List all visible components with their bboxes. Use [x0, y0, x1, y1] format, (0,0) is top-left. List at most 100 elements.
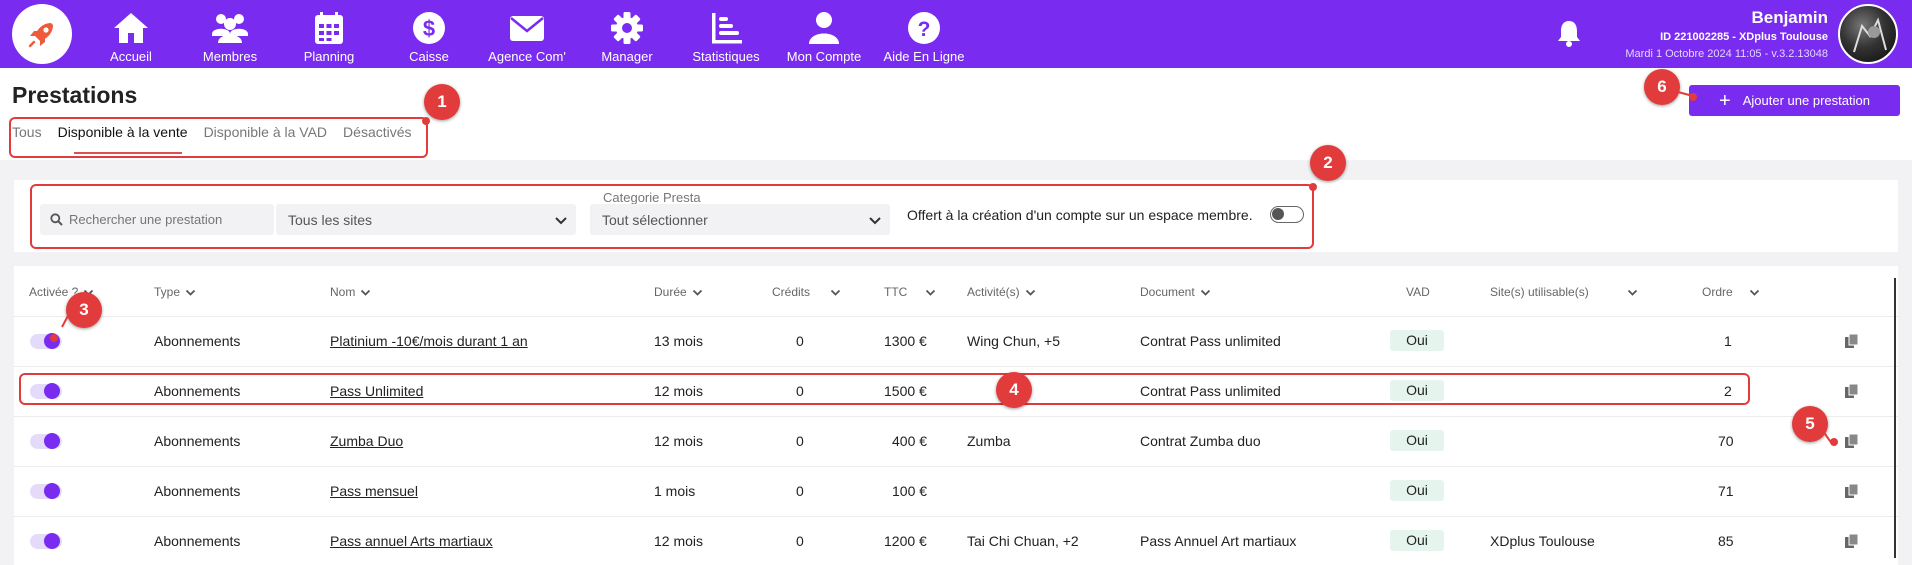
table-row: Abonnements Pass Unlimited 12 mois 0 150… — [14, 366, 1898, 416]
col-header-order[interactable]: Ordre — [1702, 285, 1760, 299]
chevron-down-icon — [185, 289, 196, 296]
col-header-ttc[interactable]: TTC — [884, 285, 936, 299]
annotation-marker-5: 5 — [1792, 406, 1828, 442]
cell-document: Contrat Pass unlimited — [1140, 333, 1281, 349]
mail-icon — [510, 16, 544, 41]
col-header-credits[interactable]: Crédits — [772, 285, 841, 299]
cell-order: 70 — [1718, 433, 1734, 449]
nav-label: Membres — [202, 49, 258, 64]
table-row: Abonnements Zumba Duo 12 mois 0 400 € Zu… — [14, 416, 1898, 466]
top-navigation-bar: Accueil Membres Planning $ Caisse Agence… — [0, 0, 1912, 68]
vad-badge: Oui — [1390, 530, 1444, 551]
nav-item-accueil[interactable]: Accueil — [101, 6, 161, 64]
home-icon — [114, 13, 148, 43]
chevron-down-icon — [1200, 289, 1210, 296]
cell-duration: 13 mois — [654, 333, 704, 349]
table-row: Abonnements Pass annuel Arts martiaux 12… — [14, 516, 1898, 565]
scrollbar[interactable] — [1894, 278, 1896, 558]
offert-toggle[interactable] — [1270, 206, 1304, 223]
avatar[interactable] — [1838, 4, 1898, 64]
cell-activities: Zumba — [967, 433, 1011, 449]
user-icon — [809, 12, 839, 44]
cell-credits: 0 — [796, 333, 804, 349]
col-header-document[interactable]: Document — [1140, 285, 1211, 299]
active-toggle[interactable] — [30, 433, 62, 449]
nav-item-aide-en-ligne[interactable]: ? Aide En Ligne — [882, 6, 966, 64]
category-select[interactable]: Tout sélectionner — [590, 204, 890, 235]
page-title: Prestations — [12, 82, 138, 108]
nav-item-caisse[interactable]: $ Caisse — [399, 6, 459, 64]
copy-icon[interactable] — [1844, 483, 1860, 499]
chevron-down-icon — [1749, 289, 1759, 296]
nav-item-mon-compte[interactable]: Mon Compte — [784, 6, 864, 64]
copy-icon[interactable] — [1844, 383, 1860, 399]
cell-ttc: 400 € — [892, 433, 928, 449]
col-header-duration[interactable]: Durée — [654, 285, 703, 299]
annotation-marker-2: 2 — [1310, 145, 1346, 181]
category-label: Categorie Presta — [603, 190, 701, 205]
nav-label: Planning — [303, 49, 355, 64]
annotation-marker-1: 1 — [424, 84, 460, 120]
active-toggle[interactable] — [30, 383, 62, 399]
svg-text:$: $ — [423, 16, 435, 41]
col-header-type[interactable]: Type — [154, 285, 196, 299]
rocket-logo-icon[interactable] — [12, 4, 72, 64]
cell-sites: XDplus Toulouse — [1490, 533, 1595, 549]
vad-badge: Oui — [1390, 330, 1444, 351]
cell-duration: 12 mois — [654, 383, 704, 399]
tab-disponible-vente[interactable]: Disponible à la vente — [58, 124, 188, 154]
cell-name-link[interactable]: Pass annuel Arts martiaux — [330, 533, 493, 549]
cell-type: Abonnements — [154, 533, 241, 549]
nav-label: Aide En Ligne — [883, 49, 965, 64]
tab-desactives[interactable]: Désactivés — [343, 124, 411, 154]
annotation-marker-6: 6 — [1644, 69, 1680, 105]
chevron-down-icon — [692, 289, 702, 296]
copy-icon[interactable] — [1844, 433, 1860, 449]
cell-order: 2 — [1724, 383, 1732, 399]
nav-item-manager[interactable]: Manager — [596, 6, 658, 64]
annotation-dot — [1309, 183, 1317, 191]
search-field[interactable] — [40, 204, 274, 235]
cell-duration: 12 mois — [654, 533, 704, 549]
nav-item-planning[interactable]: Planning — [299, 6, 359, 64]
search-input[interactable] — [69, 212, 259, 227]
active-toggle[interactable] — [30, 533, 62, 549]
cell-order: 71 — [1718, 483, 1734, 499]
cell-name-link[interactable]: Platinium -10€/mois durant 1 an — [330, 333, 528, 349]
tab-disponible-vad[interactable]: Disponible à la VAD — [204, 124, 327, 154]
copy-icon[interactable] — [1844, 533, 1860, 549]
nav-label: Accueil — [110, 49, 152, 64]
col-header-sites[interactable]: Site(s) utilisable(s) — [1490, 285, 1638, 299]
annotation-dot — [50, 334, 58, 342]
nav-label: Caisse — [409, 49, 449, 64]
cell-document: Contrat Zumba duo — [1140, 433, 1261, 449]
cell-document: Pass Annuel Art martiaux — [1140, 533, 1297, 549]
active-toggle[interactable] — [30, 483, 62, 499]
user-date-line: Mardi 1 Octobre 2024 11:05 - v.3.2.13048 — [1625, 48, 1828, 60]
cell-credits: 0 — [796, 533, 804, 549]
table-row: Abonnements Platinium -10€/mois durant 1… — [14, 316, 1898, 366]
cell-name-link[interactable]: Zumba Duo — [330, 433, 403, 449]
col-header-activities[interactable]: Activité(s) — [967, 285, 1036, 299]
col-header-vad: VAD — [1406, 285, 1430, 299]
sites-select[interactable]: Tous les sites — [276, 204, 576, 235]
cell-ttc: 100 € — [892, 483, 928, 499]
copy-icon[interactable] — [1844, 333, 1860, 349]
col-header-name[interactable]: Nom — [330, 285, 371, 299]
cell-name-link[interactable]: Pass mensuel — [330, 483, 418, 499]
cell-type: Abonnements — [154, 333, 241, 349]
cell-type: Abonnements — [154, 483, 241, 499]
tab-tous[interactable]: Tous — [12, 124, 42, 154]
nav-item-membres[interactable]: Membres — [198, 6, 262, 64]
bell-icon[interactable] — [1554, 18, 1584, 48]
cell-credits: 0 — [796, 433, 804, 449]
chevron-down-icon — [869, 217, 881, 225]
nav-item-statistiques[interactable]: Statistiques — [688, 6, 764, 64]
nav-item-agence-com[interactable]: Agence Com' — [487, 6, 567, 64]
cell-name-link[interactable]: Pass Unlimited — [330, 383, 423, 399]
filter-panel: Tous les sites Categorie Presta Tout sél… — [14, 180, 1898, 252]
chevron-down-icon — [1025, 289, 1035, 296]
cell-ttc: 1300 € — [884, 333, 927, 349]
add-prestation-button[interactable]: + Ajouter une prestation — [1689, 85, 1900, 116]
vad-badge: Oui — [1390, 430, 1444, 451]
